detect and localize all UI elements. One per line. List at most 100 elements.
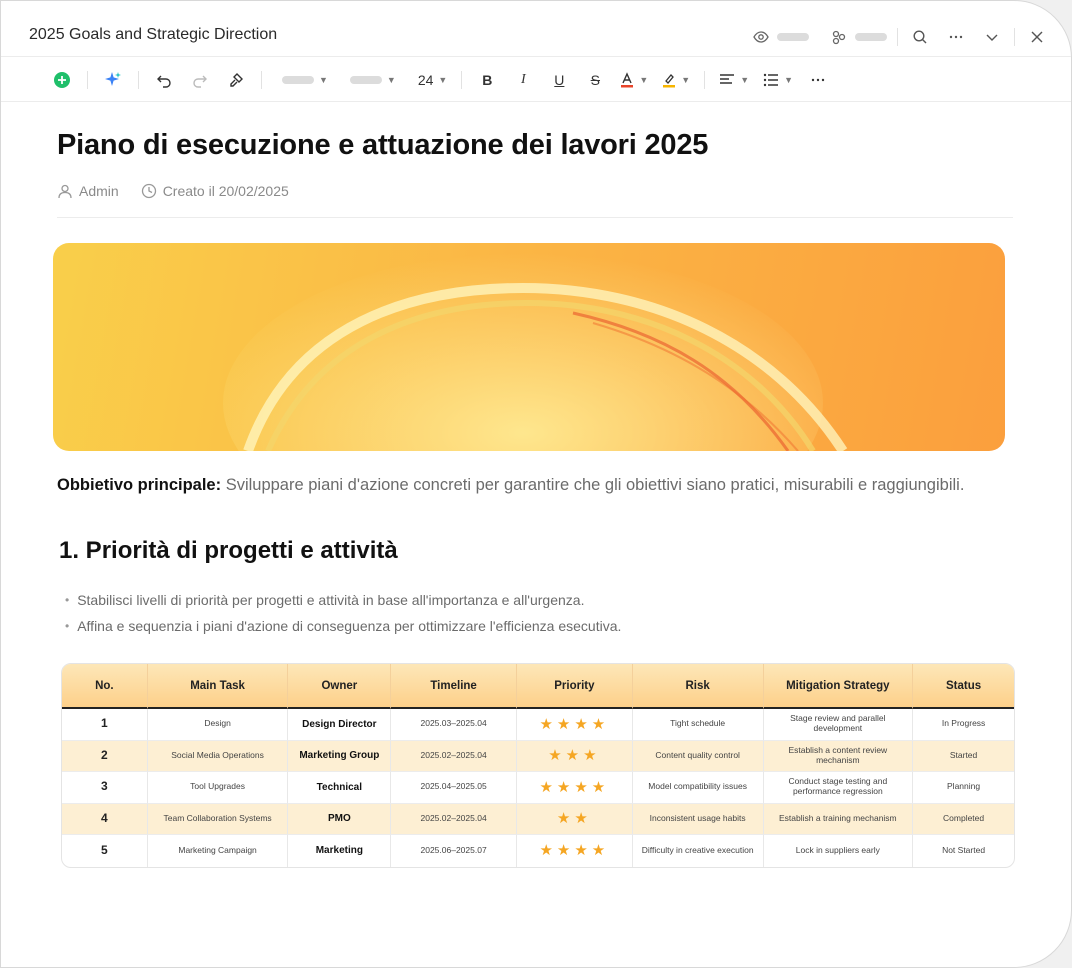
cell-status[interactable]: Completed (913, 803, 1014, 835)
chevron-down-icon[interactable] (980, 25, 1004, 49)
bullet-list: Stabilisci livelli di priorità per proge… (65, 587, 621, 639)
list-button[interactable]: ▼ (763, 66, 793, 94)
format-painter-icon[interactable] (225, 66, 247, 94)
undo-icon[interactable] (153, 66, 175, 94)
cell-no[interactable]: 2 (62, 740, 148, 772)
priority-stars: ★★ (556, 810, 592, 828)
more-icon[interactable] (807, 66, 829, 94)
priority-table: No. Main Task Owner Timeline Priority Ri… (61, 663, 1015, 868)
cover-banner-image (53, 243, 1005, 451)
priority-stars: ★★★★ (539, 778, 610, 796)
cell-owner[interactable]: Technical (288, 772, 392, 804)
underline-icon[interactable]: U (548, 66, 570, 94)
chevron-down-icon: ▼ (740, 74, 750, 85)
chevron-down-icon: ▼ (438, 74, 448, 85)
cell-status[interactable]: Started (913, 740, 1014, 772)
cell-risk[interactable]: Difficulty in creative execution (633, 835, 764, 867)
close-icon[interactable] (1025, 25, 1049, 49)
cell-task[interactable]: Social Media Operations (147, 740, 289, 772)
cell-mitigation[interactable]: Conduct stage testing and performance re… (763, 772, 914, 804)
cell-priority[interactable]: ★★ (516, 803, 633, 835)
cell-status[interactable]: Not Started (913, 835, 1014, 867)
cell-task[interactable]: Team Collaboration Systems (147, 803, 289, 835)
search-icon[interactable] (908, 25, 932, 49)
document-title[interactable]: Piano di esecuzione e attuazione dei lav… (57, 129, 708, 162)
table-row: 1 Design Design Director 2025.03–2025.04… (62, 709, 1014, 741)
cell-timeline[interactable]: 2025.02–2025.04 (391, 803, 517, 835)
share-group[interactable] (827, 25, 887, 49)
cell-no[interactable]: 4 (62, 803, 148, 835)
cell-risk[interactable]: Content quality control (632, 740, 764, 772)
cell-mitigation[interactable]: Stage review and parallel development (763, 709, 914, 741)
viewers-placeholder (777, 33, 809, 41)
cell-task[interactable]: Marketing Campaign (148, 835, 289, 867)
cell-task[interactable]: Design (147, 709, 289, 741)
table-row: 4 Team Collaboration Systems PMO 2025.02… (62, 803, 1014, 835)
table-row: 3 Tool Upgrades Technical 2025.04–2025.0… (62, 772, 1014, 804)
header-risk[interactable]: Risk (632, 664, 764, 709)
ai-sparkle-icon[interactable] (102, 66, 124, 94)
cell-status[interactable]: Planning (913, 772, 1014, 804)
cell-priority[interactable]: ★★★★ (516, 772, 633, 804)
style-placeholder (282, 75, 314, 84)
cell-no[interactable]: 3 (62, 772, 148, 804)
list-item[interactable]: Affina e sequenzia i piani d'azione di c… (65, 613, 621, 639)
cell-priority[interactable]: ★★★ (516, 740, 633, 772)
cell-timeline[interactable]: 2025.02–2025.04 (391, 740, 517, 772)
italic-icon[interactable]: I (512, 66, 534, 94)
cell-risk[interactable]: Tight schedule (632, 709, 764, 741)
strikethrough-icon[interactable]: S (584, 66, 606, 94)
header-status[interactable]: Status (913, 664, 1014, 709)
cell-risk[interactable]: Model compatibility issues (632, 772, 764, 804)
cell-status[interactable]: In Progress (913, 709, 1014, 741)
cell-task[interactable]: Tool Upgrades (147, 772, 289, 804)
title-bar: 2025 Goals and Strategic Direction (1, 1, 1071, 57)
cell-no[interactable]: 5 (62, 835, 148, 867)
cell-mitigation[interactable]: Establish a content review mechanism (763, 740, 914, 772)
cell-mitigation[interactable]: Establish a training mechanism (763, 803, 914, 835)
share-icon (827, 25, 851, 49)
header-no[interactable]: No. (62, 664, 148, 709)
font-select[interactable]: ▼ (349, 66, 396, 94)
divider (1014, 28, 1015, 46)
cell-timeline[interactable]: 2025.04–2025.05 (391, 772, 517, 804)
redo-icon[interactable] (189, 66, 211, 94)
font-size-select[interactable]: 24 ▼ (418, 66, 448, 94)
cell-timeline[interactable]: 2025.06–2025.07 (391, 835, 517, 867)
bold-icon[interactable]: B (476, 66, 498, 94)
created-text: Creato il 20/02/2025 (162, 183, 289, 199)
cell-no[interactable]: 1 (62, 709, 148, 741)
cell-owner[interactable]: Marketing Group (288, 740, 392, 772)
cell-mitigation[interactable]: Lock in suppliers early (764, 835, 914, 867)
cell-owner[interactable]: Design Director (288, 709, 392, 741)
header-timeline[interactable]: Timeline (391, 664, 517, 709)
objective-paragraph[interactable]: Obbietivo principale: Sviluppare piani d… (57, 476, 964, 495)
divider (138, 70, 139, 89)
list-item[interactable]: Stabilisci livelli di priorità per proge… (65, 587, 621, 613)
user-icon (58, 184, 72, 199)
cell-risk[interactable]: Inconsistent usage habits (632, 803, 764, 835)
header-mitigation[interactable]: Mitigation Strategy (763, 664, 914, 709)
text-color-button[interactable]: ▼ (620, 66, 648, 94)
cell-owner[interactable]: Marketing (288, 835, 392, 867)
cell-priority[interactable]: ★★★★ (516, 709, 633, 741)
section-heading[interactable]: 1. Priorità di progetti e attività (59, 537, 398, 565)
header-owner[interactable]: Owner (288, 664, 392, 709)
highlight-color-button[interactable]: ▼ (662, 66, 690, 94)
viewers-group[interactable] (749, 25, 809, 49)
header-priority[interactable]: Priority (516, 664, 633, 709)
cell-owner[interactable]: PMO (288, 803, 392, 835)
priority-stars: ★★★★ (539, 842, 610, 860)
objective-text: Sviluppare piani d'azione concreti per g… (221, 476, 965, 494)
style-select[interactable]: ▼ (282, 66, 328, 94)
header-main-task[interactable]: Main Task (147, 664, 289, 709)
priority-stars: ★★★ (548, 747, 601, 765)
more-icon[interactable] (944, 25, 968, 49)
cell-timeline[interactable]: 2025.03–2025.04 (391, 709, 517, 741)
align-button[interactable]: ▼ (719, 66, 749, 94)
title-bar-actions (749, 25, 1049, 49)
add-icon[interactable] (51, 66, 73, 94)
cell-priority[interactable]: ★★★★ (517, 835, 633, 867)
share-placeholder (855, 33, 887, 41)
app-window: 2025 Goals and Strategic Direction ▼ ▼ 2… (0, 0, 1072, 968)
